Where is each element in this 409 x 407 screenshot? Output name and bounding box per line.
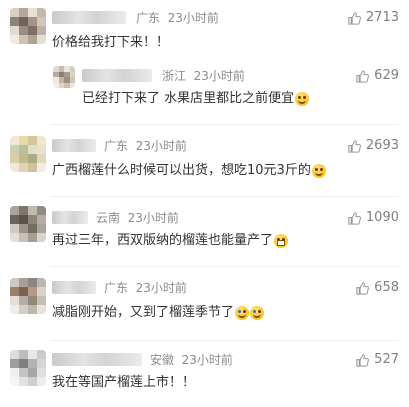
thumbs-up-icon [356, 353, 370, 367]
username[interactable] [52, 281, 96, 294]
comment-item: 广东 23小时前 2713 价格给我打下来！！ [0, 0, 409, 58]
comment-body: 减脂刚开始，又到了榴莲季节了 [52, 305, 235, 320]
username[interactable] [52, 353, 142, 366]
comment-text: 再过三年，西双版纳的榴莲也能量产了 [52, 232, 289, 250]
timestamp: 23小时前 [167, 11, 219, 25]
location-label: 云南 [96, 211, 121, 225]
like-button[interactable]: 2713 [347, 10, 399, 26]
location-label: 安徽 [150, 353, 175, 367]
comment-text: 已经打下来了 水果店里都比之前便宜 [82, 90, 310, 108]
timestamp: 23小时前 [127, 211, 179, 225]
like-count: 658 [374, 280, 399, 295]
like-count: 1090 [365, 210, 399, 225]
location-label: 浙江 [162, 69, 187, 83]
username[interactable] [52, 211, 88, 224]
comment-meta: 云南 23小时前 [96, 210, 179, 226]
comment-item: 广东 23小时前 2693 广西榴莲什么时候可以出货，想吃10元3斤的 [0, 128, 409, 196]
like-button[interactable]: 527 [355, 352, 399, 368]
comment-item: 云南 23小时前 1090 再过三年，西双版纳的榴莲也能量产了 [0, 200, 409, 266]
timestamp: 23小时前 [193, 69, 245, 83]
location-label: 广东 [104, 139, 129, 153]
reply-item: 浙江 23小时前 629 已经打下来了 水果店里都比之前便宜 [0, 58, 409, 124]
crying-emoji [250, 306, 265, 320]
location-label: 广东 [104, 281, 129, 295]
like-button[interactable]: 1090 [347, 210, 399, 226]
comment-item: 安徽 23小时前 527 我在等国产榴莲上市！！ [0, 344, 409, 407]
comment-text: 减脂刚开始，又到了榴莲季节了 [52, 304, 265, 322]
comment-body: 已经打下来了 水果店里都比之前便宜 [82, 91, 295, 106]
like-button[interactable]: 629 [355, 68, 399, 84]
comment-body: 广西榴莲什么时候可以出货，想吃10元3斤的 [52, 163, 311, 178]
timestamp: 23小时前 [181, 353, 233, 367]
location-label: 广东 [136, 11, 161, 25]
divider [50, 124, 399, 125]
thumbs-up-icon [348, 211, 361, 225]
avatar[interactable] [10, 136, 46, 172]
heart-eyes-emoji [311, 164, 326, 178]
party-face-emoji [295, 92, 310, 106]
avatar[interactable] [10, 278, 46, 314]
timestamp: 23小时前 [135, 139, 187, 153]
avatar[interactable] [10, 206, 46, 242]
like-button[interactable]: 658 [355, 280, 399, 296]
thumbs-up-icon [348, 139, 361, 153]
username[interactable] [82, 69, 152, 82]
like-button[interactable]: 2693 [347, 138, 399, 154]
avatar[interactable] [53, 66, 75, 88]
avatar[interactable] [10, 8, 46, 44]
comment-text: 广西榴莲什么时候可以出货，想吃10元3斤的 [52, 162, 326, 180]
avatar[interactable] [10, 350, 46, 386]
divider [50, 266, 399, 267]
comment-meta: 广东 23小时前 [104, 280, 187, 296]
divider [50, 340, 399, 341]
comment-text: 价格给我打下来！！ [52, 34, 169, 52]
thumbs-up-icon [348, 11, 361, 25]
divider [50, 196, 399, 197]
thumbs-up-icon [356, 69, 370, 83]
comment-meta: 广东 23小时前 [104, 138, 187, 154]
like-count: 629 [374, 68, 399, 83]
comment-body: 再过三年，西双版纳的榴莲也能量产了 [52, 233, 274, 248]
comment-meta: 浙江 23小时前 [162, 68, 245, 84]
thumbs-up-icon [356, 281, 370, 295]
comment-body: 价格给我打下来！！ [52, 35, 170, 50]
like-count: 527 [374, 352, 399, 367]
like-count: 2713 [365, 10, 399, 25]
like-count: 2693 [365, 138, 399, 153]
comment-meta: 安徽 23小时前 [150, 352, 233, 368]
comment-meta: 广东 23小时前 [136, 10, 219, 26]
grin-emoji [274, 234, 289, 248]
comment-body: 我在等国产榴莲上市！！ [52, 375, 196, 390]
comment-text: 我在等国产榴莲上市！！ [52, 374, 195, 392]
crying-emoji [235, 306, 250, 320]
username[interactable] [52, 11, 126, 24]
comment-item: 广东 23小时前 658 减脂刚开始，又到了榴莲季节了 [0, 270, 409, 340]
username[interactable] [52, 139, 96, 152]
timestamp: 23小时前 [135, 281, 187, 295]
